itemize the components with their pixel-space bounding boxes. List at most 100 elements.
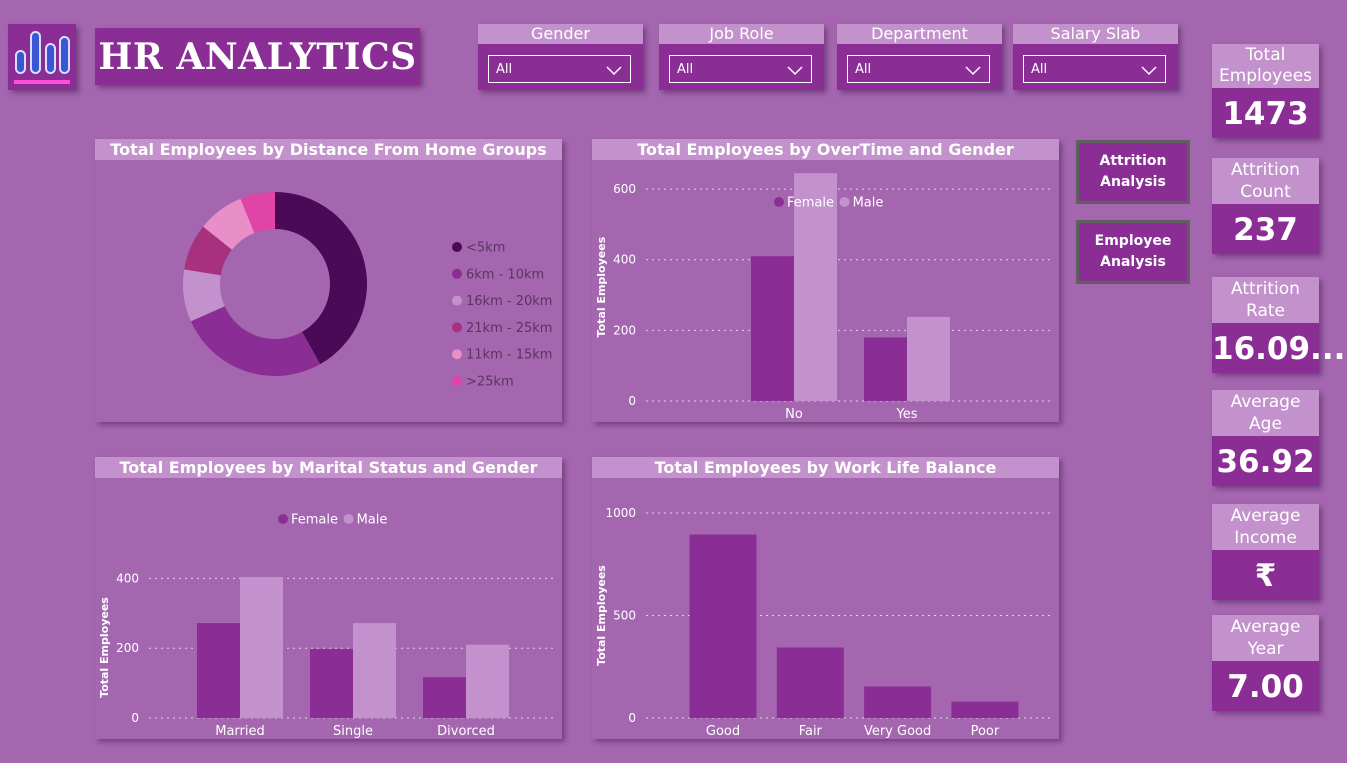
department-slicer: Department All: [837, 24, 1002, 90]
kpi-average-age: Average Age 36.92: [1212, 390, 1319, 486]
bar: [751, 256, 794, 401]
slicer-label: Department: [837, 24, 1002, 44]
chart-title: Total Employees by Marital Status and Ge…: [95, 457, 562, 478]
y-tick-label: 500: [613, 609, 636, 623]
legend-label: 16km - 20km: [466, 294, 552, 309]
job-role-dropdown[interactable]: All: [669, 55, 812, 83]
bar: [864, 337, 907, 401]
kpi-total-employees: Total Employees 1473: [1212, 44, 1319, 138]
kpi-value: 36.92: [1212, 436, 1319, 486]
chevron-down-icon: [787, 56, 803, 95]
legend-label: <5km: [466, 241, 505, 256]
dropdown-value: All: [677, 62, 694, 77]
distance-donut-chart: <5km 6km - 10km 16km - 20km 21km - 25km 11km…: [183, 192, 552, 390]
chevron-down-icon: [1141, 56, 1157, 95]
chart-title: Total Employees by OverTime and Gender: [592, 139, 1059, 160]
legend-label: Female: [291, 513, 338, 528]
work-life-bar-chart: 05001000GoodFairVery GoodPoorWork Life B…: [595, 506, 1054, 754]
kpi-value: 16.09...: [1212, 323, 1345, 373]
attrition-analysis-button[interactable]: Attrition Analysis: [1076, 140, 1190, 204]
page-title-box: HR ANALYTICS: [95, 28, 420, 85]
kpi-attrition-count: Attrition Count 237: [1212, 158, 1319, 254]
department-dropdown[interactable]: All: [847, 55, 990, 83]
legend-marker: [839, 197, 850, 207]
x-tick-label: Divorced: [437, 724, 495, 739]
logo: [8, 24, 76, 90]
button-label: Attrition Analysis: [1099, 153, 1167, 190]
kpi-attrition-rate: Attrition Rate 16.09...: [1212, 277, 1345, 373]
legend-marker: [452, 295, 462, 306]
legend-marker: [343, 514, 354, 524]
distance-chart-panel: Total Employees by Distance From Home Gr…: [95, 139, 562, 422]
salary-slab-slicer: Salary Slab All: [1013, 24, 1178, 90]
legend-label: Female: [787, 196, 834, 211]
kpi-label: Attrition Count: [1212, 158, 1319, 204]
kpi-value: 1473: [1212, 88, 1319, 138]
employee-analysis-button[interactable]: Employee Analysis: [1076, 220, 1190, 284]
legend-marker: [452, 268, 462, 279]
kpi-label: Average Year: [1212, 615, 1319, 661]
dropdown-value: All: [496, 62, 513, 77]
y-axis-title: Total Employees: [595, 236, 608, 337]
chart-title: Total Employees by Work Life Balance: [592, 457, 1059, 478]
legend-marker: [278, 514, 288, 524]
y-tick-label: 0: [628, 394, 636, 408]
x-tick-label: No: [785, 407, 803, 422]
button-label: Employee Analysis: [1094, 233, 1172, 270]
slicer-label: Salary Slab: [1013, 24, 1178, 44]
legend-label: 11km - 15km: [466, 348, 552, 363]
work-life-chart-panel: Total Employees by Work Life Balance 0 50…: [592, 457, 1059, 754]
x-tick-label: Fair: [799, 724, 823, 739]
y-tick-label: 200: [116, 641, 139, 655]
y-axis-title: Total Employees: [595, 565, 608, 666]
bar: [951, 701, 1019, 718]
kpi-value: ₹ 6.5K: [1212, 550, 1319, 646]
bar: [197, 623, 240, 718]
kpi-label: Total Employees: [1212, 44, 1319, 88]
chart-title: Total Employees by Distance From Home Gr…: [95, 139, 562, 160]
legend-marker: [452, 376, 462, 386]
kpi-label: Attrition Rate: [1212, 277, 1319, 323]
y-tick-label: 1000: [605, 506, 636, 520]
legend-label: Male: [853, 196, 884, 211]
y-tick-label: 0: [131, 711, 139, 725]
dropdown-value: All: [855, 62, 872, 77]
job-role-slicer: Job Role All: [659, 24, 824, 90]
kpi-label: Average Income: [1212, 504, 1319, 550]
bar: [310, 648, 353, 718]
x-tick-label: Married: [215, 724, 265, 739]
legend-label: >25km: [466, 375, 514, 390]
bar-chart-logo-icon: [14, 31, 70, 84]
kpi-value: 7.00: [1212, 661, 1319, 711]
kpi-average-year: Average Year 7.00: [1212, 615, 1319, 711]
y-tick-label: 400: [613, 253, 636, 267]
x-tick-label: Very Good: [864, 724, 931, 739]
marital-bar-chart: 0200400MarriedSingleDivorcedFemaleMaleMa…: [98, 513, 557, 754]
gender-dropdown[interactable]: All: [488, 55, 631, 83]
y-axis-title: Total Employees: [98, 597, 111, 698]
x-tick-label: Poor: [971, 724, 1000, 739]
slicer-label: Gender: [478, 24, 643, 44]
bar: [864, 686, 932, 718]
overtime-bar-chart: 0200400600NoYesFemaleMaleOverTimeTotal E…: [595, 173, 1054, 437]
y-tick-label: 400: [116, 571, 139, 585]
donut-slice: [190, 306, 321, 376]
marital-chart-panel: Total Employees by Marital Status and Ge…: [95, 457, 562, 754]
legend-label: Male: [357, 513, 388, 528]
page-title: HR ANALYTICS: [98, 35, 417, 78]
bar: [776, 647, 844, 718]
slicer-label: Job Role: [659, 24, 824, 44]
legend-marker: [452, 322, 462, 333]
chevron-down-icon: [606, 56, 622, 95]
gender-slicer: Gender All: [478, 24, 643, 90]
legend-marker: [452, 242, 462, 252]
salary-slab-dropdown[interactable]: All: [1023, 55, 1166, 83]
kpi-value: 237: [1212, 204, 1319, 254]
bar: [689, 534, 757, 718]
kpi-label: Average Age: [1212, 390, 1319, 436]
legend-label: 6km - 10km: [466, 267, 544, 282]
legend-marker: [452, 349, 462, 360]
bar: [240, 577, 283, 718]
x-tick-label: Good: [706, 724, 740, 739]
dropdown-value: All: [1031, 62, 1048, 77]
